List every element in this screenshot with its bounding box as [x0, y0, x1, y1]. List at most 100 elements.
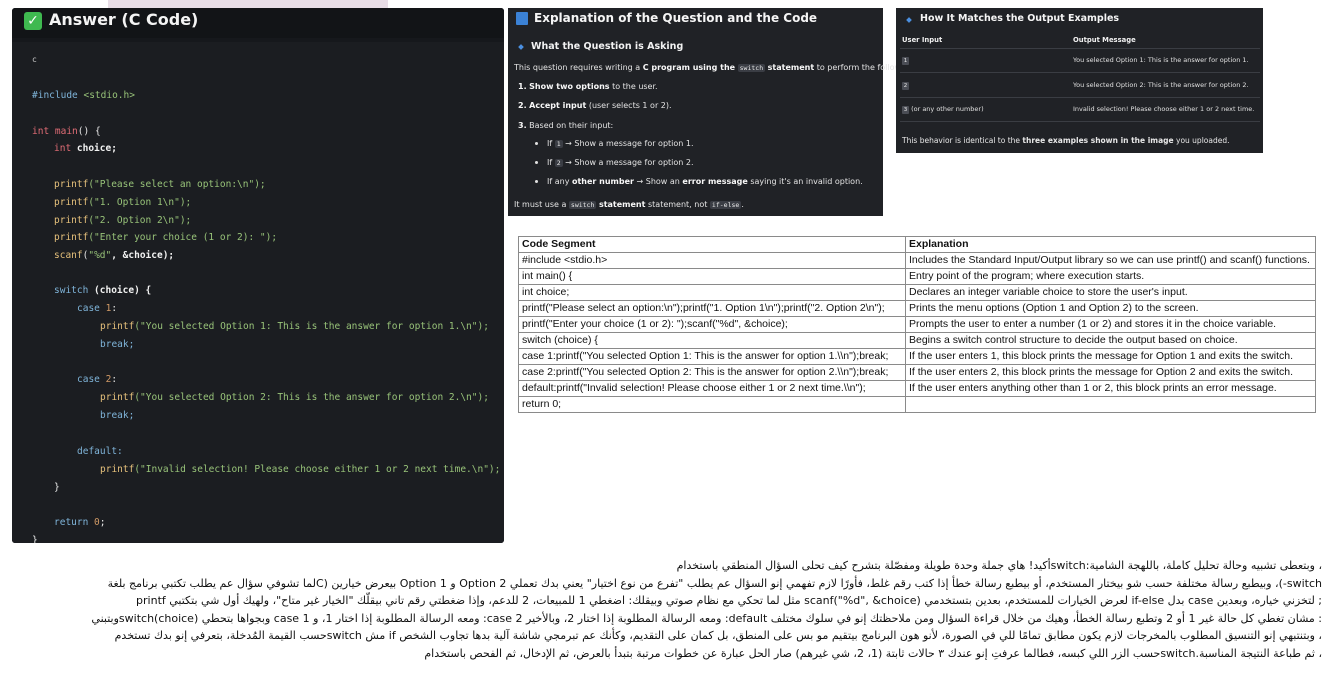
- explanation-cell: If the user enters 1, this block prints …: [905, 348, 1316, 365]
- bullet-item: If any other number → Show an error mess…: [547, 177, 863, 186]
- code-panel-title: Answer (C Code): [49, 10, 199, 29]
- code-explanation-table: Code Segment Explanation #include <stdio…: [518, 236, 1316, 413]
- table-row: int main() {Entry point of the program; …: [518, 268, 1316, 285]
- check-icon: ✓: [24, 12, 42, 30]
- code-segment-cell: switch (choice) {: [518, 332, 906, 349]
- user-input-cell: 2: [902, 82, 909, 90]
- bullet-item: If 1 → Show a message for option 1.: [547, 139, 694, 148]
- code-line: int choice;: [54, 143, 117, 154]
- code-segment-cell: printf("Please select an option:\n");pri…: [518, 300, 906, 317]
- code-line: printf("Invalid selection! Please choose…: [100, 464, 501, 475]
- explanation-panel: Explanation of the Question and the Code…: [508, 8, 916, 216]
- bullet-icon: [535, 161, 538, 164]
- code-block[interactable]: c #include <stdio.h> int main() { int ch…: [12, 42, 504, 543]
- code-segment-cell: printf("Enter your choice (1 or 2): ");s…: [518, 316, 906, 333]
- code-line: scanf("%d", &choice);: [54, 250, 175, 261]
- row-divider: [900, 72, 1260, 73]
- table-row: printf("Please select an option:\n");pri…: [518, 300, 1316, 317]
- row-divider: [900, 121, 1260, 122]
- code-segment-cell: #include <stdio.h>: [518, 252, 906, 269]
- code-line: printf("1. Option 1\n");: [54, 197, 192, 208]
- matching-footer: This behavior is identical to the three …: [902, 136, 1230, 145]
- diamond-bullet-icon: [518, 44, 524, 50]
- step-item: 2. Accept input (user selects 1 or 2).: [518, 101, 672, 110]
- code-segment-cell: int main() {: [518, 268, 906, 285]
- code-panel: ✓ Answer (C Code) c #include <stdio.h> i…: [12, 8, 504, 543]
- user-input-cell: 3 (or any other number): [902, 105, 984, 114]
- table-row: switch (choice) {Begins a switch control…: [518, 332, 1316, 349]
- arabic-line: ، وبتنتبهي إنو التنسيق المطلوب بالمخرجات…: [114, 629, 1322, 642]
- explanation-footer: It must use a switch statement statement…: [514, 200, 744, 209]
- step-item: 1. Show two options to the user.: [518, 82, 658, 91]
- code-line: printf("2. Option 2\n");: [54, 215, 192, 226]
- arabic-line: switch-)، وبيطبع رسالة مختلفة حسب شو بيخ…: [107, 576, 1322, 590]
- code-line: }: [32, 535, 38, 543]
- code-segment-cell: int choice;: [518, 284, 906, 301]
- user-input-cell: 1: [902, 57, 909, 65]
- code-panel-header: ✓ Answer (C Code): [12, 8, 504, 38]
- explanation-cell: [905, 396, 1316, 413]
- explanation-cell: If the user enters 2, this block prints …: [905, 364, 1316, 381]
- explanation-cell: Includes the Standard Input/Output libra…: [905, 252, 1316, 269]
- matching-panel: How It Matches the Output Examples User …: [896, 8, 1263, 153]
- table-row: #include <stdio.h> Includes the Standard …: [518, 252, 1316, 269]
- explanation-cell: Begins a switch control structure to dec…: [905, 332, 1316, 349]
- code-line: case 2:: [77, 374, 118, 385]
- table-row: return 0;: [518, 396, 1316, 413]
- diamond-bullet-icon: [906, 17, 912, 23]
- table-row: default:printf("Invalid selection! Pleas…: [518, 380, 1316, 397]
- explanation-cell: Entry point of the program; where execut…: [905, 268, 1316, 285]
- code-line: printf("Enter your choice (1 or 2): ");: [54, 232, 278, 243]
- code-line: return 0;: [54, 517, 106, 528]
- explanation-cell: If the user enters anything other than 1…: [905, 380, 1316, 397]
- explanation-intro: This question requires writing a C progr…: [514, 63, 917, 72]
- code-segment-cell: case 1:printf("You selected Option 1: Th…: [518, 348, 906, 365]
- explanation-cell: Prompts the user to enter a number (1 or…: [905, 316, 1316, 333]
- table-row: printf("Enter your choice (1 or 2): ");s…: [518, 316, 1316, 333]
- code-line: printf("Please select an option:\n");: [54, 179, 266, 190]
- code-line: default:: [77, 446, 123, 457]
- output-message-cell: You selected Option 1: This is the answe…: [1073, 56, 1249, 64]
- arabic-line: ; لتخزني خياره، وبعدين case بدل if-else …: [136, 594, 1322, 607]
- arabic-line: : مشان تغطي كل حالة غير 1 أو 2 وتطبع رسا…: [91, 611, 1322, 625]
- table-row: case 2:printf("You selected Option 2: Th…: [518, 364, 1316, 381]
- explanation-cell: Prints the menu options (Option 1 and Op…: [905, 300, 1316, 317]
- explanation-subtitle: What the Question is Asking: [531, 41, 684, 52]
- arabic-line: ، ثم طباعة النتيجة المناسبة.switchحسب ال…: [424, 646, 1322, 660]
- explanation-cell: Declares an integer variable choice to s…: [905, 284, 1316, 301]
- code-line: case 1:: [77, 303, 118, 314]
- table-header-code-segment: Code Segment: [518, 236, 906, 253]
- code-line: int main() {: [32, 126, 101, 137]
- row-divider: [900, 97, 1260, 98]
- output-message-cell: You selected Option 2: This is the answe…: [1073, 81, 1249, 89]
- code-segment-cell: return 0;: [518, 396, 906, 413]
- bullet-icon: [535, 142, 538, 145]
- table-row: int choice; Declares an integer variable …: [518, 284, 1316, 301]
- code-line: printf("You selected Option 2: This is t…: [100, 392, 489, 403]
- column-header-output-message: Output Message: [1073, 36, 1136, 44]
- top-image-edge: [108, 0, 388, 8]
- code-line: printf("You selected Option 1: This is t…: [100, 321, 489, 332]
- code-language-label: c: [32, 55, 37, 64]
- code-line: switch (choice) {: [54, 285, 152, 296]
- table-header-explanation: Explanation: [905, 236, 1316, 253]
- bullet-item: If 2 → Show a message for option 2.: [547, 158, 694, 167]
- code-line: #include <stdio.h>: [32, 90, 135, 101]
- bullet-icon: [535, 180, 538, 183]
- step-item: 3. Based on their input:: [518, 121, 614, 130]
- table-row: case 1:printf("You selected Option 1: Th…: [518, 348, 1316, 365]
- table-header-row: Code Segment Explanation: [518, 236, 1316, 253]
- output-message-cell: Invalid selection! Please choose either …: [1073, 105, 1255, 113]
- code-line: }: [54, 482, 60, 493]
- row-divider: [900, 48, 1260, 49]
- column-header-user-input: User Input: [902, 36, 943, 44]
- matching-title: How It Matches the Output Examples: [920, 13, 1120, 24]
- code-segment-cell: case 2:printf("You selected Option 2: Th…: [518, 364, 906, 381]
- arabic-line: ، وبتعطى تشبيه وحالة تحليل كاملة، باللهج…: [676, 559, 1322, 572]
- code-line: break;: [100, 410, 135, 421]
- explanation-title: Explanation of the Question and the Code: [534, 11, 818, 25]
- book-icon: [516, 12, 528, 25]
- code-line: break;: [100, 339, 135, 350]
- arabic-explanation: ، وبتعطى تشبيه وحالة تحليل كاملة، باللهج…: [14, 557, 1322, 662]
- code-segment-cell: default:printf("Invalid selection! Pleas…: [518, 380, 906, 397]
